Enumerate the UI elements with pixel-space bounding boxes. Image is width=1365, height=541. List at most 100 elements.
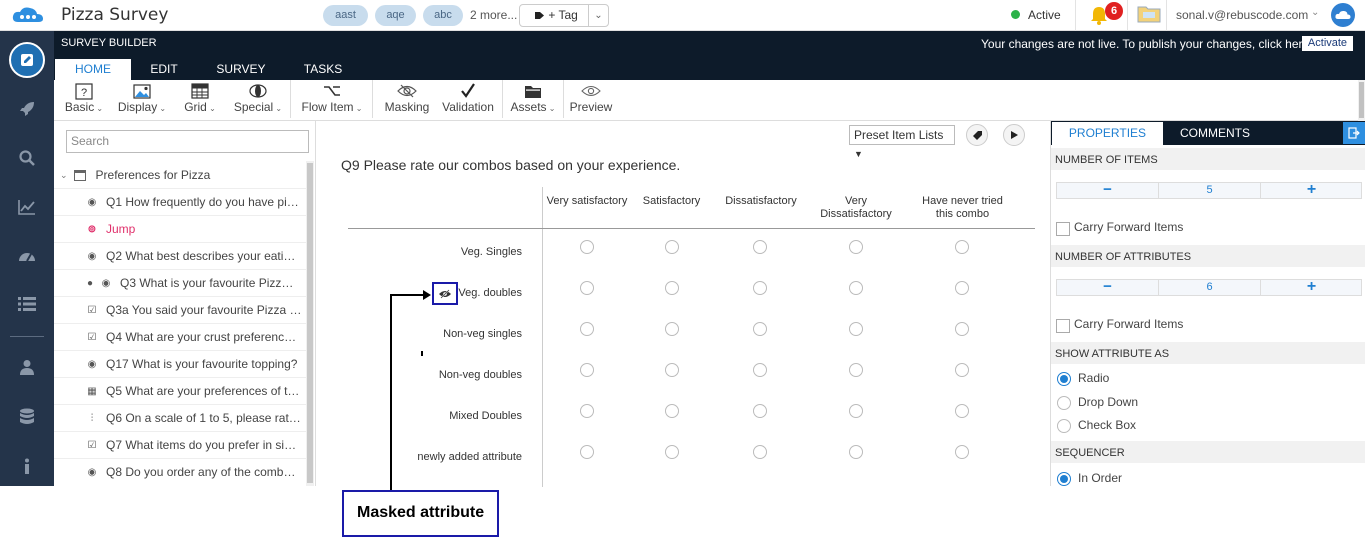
- tree-root-node[interactable]: ⌄ Preferences for Pizza: [60, 168, 210, 182]
- show-as-radio-option[interactable]: [1057, 372, 1071, 386]
- tree-scrollbar[interactable]: [306, 161, 314, 486]
- tree-item[interactable]: ◉ Q2 What best describes your eating h..…: [54, 242, 306, 269]
- tag-chip[interactable]: aast: [323, 5, 368, 26]
- grid-radio[interactable]: [849, 281, 863, 295]
- tab-edit[interactable]: EDIT: [144, 59, 184, 80]
- tree-search-input[interactable]: Search: [66, 130, 309, 153]
- inbox-folder-icon[interactable]: [1137, 4, 1161, 24]
- scrollbar-thumb[interactable]: [1359, 82, 1364, 118]
- increment-button[interactable]: +: [1261, 279, 1362, 295]
- grid-menu-button[interactable]: Grid ⌄: [182, 82, 218, 114]
- carry-forward-attributes-checkbox[interactable]: [1056, 319, 1070, 333]
- chevron-down-icon[interactable]: ⌄: [588, 5, 608, 26]
- grid-radio[interactable]: [955, 240, 969, 254]
- show-as-checkbox-option[interactable]: [1057, 419, 1071, 433]
- grid-radio[interactable]: [580, 445, 594, 459]
- page-scrollbar[interactable]: [1358, 80, 1365, 121]
- tab-survey[interactable]: SURVEY: [214, 59, 268, 80]
- tab-home[interactable]: HOME: [55, 59, 131, 80]
- preset-item-lists-dropdown[interactable]: Preset Item Lists ▼: [849, 125, 955, 159]
- special-menu-button[interactable]: Special ⌄: [232, 82, 284, 114]
- validation-button[interactable]: Validation: [440, 82, 496, 114]
- question-text[interactable]: Q9 Please rate our combos based on your …: [341, 157, 680, 173]
- rocket-icon[interactable]: [0, 89, 54, 129]
- activate-button[interactable]: Activate: [1302, 36, 1353, 51]
- decrement-button[interactable]: −: [1057, 182, 1158, 198]
- basic-menu-button[interactable]: ? Basic ⌄: [63, 82, 105, 114]
- more-tags-link[interactable]: 2 more...: [470, 8, 517, 22]
- grid-radio[interactable]: [955, 322, 969, 336]
- tree-item[interactable]: ◉ Q8 Do you order any of the combos we..…: [54, 458, 306, 485]
- tree-item[interactable]: ☑ Q4 What are your crust preferences?: [54, 323, 306, 350]
- add-tag-button[interactable]: + Tag ⌄: [519, 4, 609, 27]
- grid-radio[interactable]: [849, 322, 863, 336]
- tree-item[interactable]: ▦ Q5 What are your preferences of toppi.…: [54, 377, 306, 404]
- grid-radio[interactable]: [665, 240, 679, 254]
- grid-radio[interactable]: [753, 240, 767, 254]
- dashboard-gauge-icon[interactable]: [0, 236, 54, 276]
- tab-properties[interactable]: PROPERTIES: [1052, 122, 1163, 145]
- tab-comments[interactable]: COMMENTS: [1163, 122, 1267, 145]
- assets-menu-button[interactable]: Assets ⌄: [508, 82, 558, 114]
- display-menu-button[interactable]: Display ⌄: [116, 82, 168, 114]
- grid-radio[interactable]: [955, 404, 969, 418]
- cloud-avatar-icon[interactable]: [1331, 3, 1355, 27]
- grid-radio[interactable]: [849, 404, 863, 418]
- tree-item[interactable]: ⫶ Q6 On a scale of 1 to 5, please rate h…: [54, 404, 306, 431]
- tree-item[interactable]: ● ◉ Q3 What is your favourite Pizza co..…: [54, 269, 306, 296]
- grid-radio[interactable]: [580, 404, 594, 418]
- user-icon[interactable]: [0, 347, 54, 387]
- grid-radio[interactable]: [665, 445, 679, 459]
- search-icon[interactable]: [0, 138, 54, 178]
- tag-chip[interactable]: abc: [423, 5, 463, 26]
- grid-radio[interactable]: [753, 445, 767, 459]
- grid-radio[interactable]: [849, 240, 863, 254]
- grid-radio[interactable]: [580, 363, 594, 377]
- tag-button[interactable]: [966, 124, 988, 146]
- database-icon[interactable]: [0, 397, 54, 437]
- number-of-attributes-value[interactable]: 6: [1158, 280, 1261, 295]
- grid-radio[interactable]: [753, 363, 767, 377]
- edit-icon[interactable]: [9, 42, 45, 78]
- scrollbar-thumb[interactable]: [307, 163, 313, 483]
- tree-item[interactable]: ⊚ Jump: [54, 215, 306, 242]
- grid-radio[interactable]: [753, 404, 767, 418]
- app-logo-icon[interactable]: [10, 4, 46, 26]
- tree-item[interactable]: ◉ Q17 What is your favourite topping?: [54, 350, 306, 377]
- collapse-panel-icon[interactable]: [1343, 122, 1365, 144]
- masking-button[interactable]: Masking: [384, 82, 430, 114]
- grid-radio[interactable]: [665, 281, 679, 295]
- masked-attribute-indicator[interactable]: [432, 282, 458, 305]
- grid-radio[interactable]: [665, 363, 679, 377]
- grid-radio[interactable]: [955, 445, 969, 459]
- grid-radio[interactable]: [849, 363, 863, 377]
- sequencer-in-order-option[interactable]: [1057, 472, 1071, 486]
- grid-radio[interactable]: [955, 281, 969, 295]
- grid-radio[interactable]: [849, 445, 863, 459]
- chart-line-icon[interactable]: [0, 187, 54, 227]
- tree-item[interactable]: ◉ Q1 How frequently do you have pizza?: [54, 188, 306, 215]
- grid-radio[interactable]: [580, 240, 594, 254]
- chevron-down-icon[interactable]: ⌄: [1311, 7, 1319, 18]
- list-icon[interactable]: [0, 284, 54, 324]
- grid-radio[interactable]: [580, 322, 594, 336]
- grid-radio[interactable]: [665, 322, 679, 336]
- carry-forward-items-checkbox[interactable]: [1056, 222, 1070, 236]
- tree-item[interactable]: ☑ Q3a You said your favourite Pizza dist…: [54, 296, 306, 323]
- number-of-items-value[interactable]: 5: [1158, 183, 1261, 198]
- increment-button[interactable]: +: [1261, 182, 1362, 198]
- preview-button[interactable]: Preview: [569, 82, 613, 114]
- chevron-down-icon[interactable]: ⌄: [60, 170, 68, 181]
- user-email[interactable]: sonal.v@rebuscode.com: [1176, 8, 1308, 22]
- tag-chip[interactable]: aqe: [375, 5, 416, 26]
- grid-radio[interactable]: [580, 281, 594, 295]
- tab-tasks[interactable]: TASKS: [299, 59, 347, 80]
- decrement-button[interactable]: −: [1057, 279, 1158, 295]
- grid-radio[interactable]: [753, 322, 767, 336]
- show-as-dropdown-option[interactable]: [1057, 396, 1071, 410]
- grid-radio[interactable]: [955, 363, 969, 377]
- info-icon[interactable]: [0, 446, 54, 486]
- flow-item-menu-button[interactable]: Flow Item ⌄: [300, 82, 364, 114]
- grid-radio[interactable]: [753, 281, 767, 295]
- grid-radio[interactable]: [665, 404, 679, 418]
